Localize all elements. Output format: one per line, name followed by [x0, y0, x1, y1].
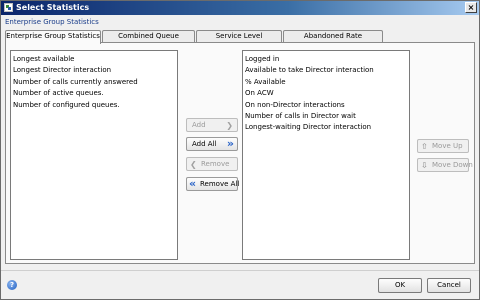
- move-up-icon: ⇧: [421, 142, 428, 151]
- chevron-right-icon: ❯: [226, 121, 233, 130]
- list-item[interactable]: Number of active queues.: [13, 88, 175, 99]
- list-item[interactable]: Longest Director interaction: [13, 65, 175, 76]
- tab-enterprise-group-statistics[interactable]: Enterprise Group Statistics: [5, 30, 101, 44]
- add-button-label: Add: [192, 121, 206, 129]
- app-icon: [4, 3, 13, 12]
- move-down-button[interactable]: ⇩ Move Down: [417, 158, 473, 172]
- selected-statistics-list[interactable]: Logged in Available to take Director int…: [242, 50, 410, 260]
- footer-divider: [1, 270, 479, 271]
- cancel-button[interactable]: Cancel: [427, 278, 471, 293]
- chevron-left-icon: ❮: [190, 160, 197, 169]
- remove-button[interactable]: ❮ Remove: [186, 157, 238, 171]
- move-up-button-label: Move Up: [432, 142, 463, 150]
- list-item[interactable]: Longest-waiting Director interaction: [245, 122, 407, 133]
- help-icon[interactable]: ?: [7, 280, 17, 290]
- window-title: Select Statistics: [16, 3, 90, 12]
- add-all-button[interactable]: Add All »: [186, 137, 238, 151]
- remove-all-button-label: Remove All: [200, 180, 240, 188]
- add-button[interactable]: Add ❯: [186, 118, 238, 132]
- move-down-icon: ⇩: [421, 161, 428, 170]
- list-item[interactable]: Number of calls in Director wait: [245, 111, 407, 122]
- add-all-button-label: Add All: [192, 140, 217, 148]
- list-item[interactable]: Longest available: [13, 54, 175, 65]
- list-item[interactable]: % Available: [245, 77, 407, 88]
- title-bar[interactable]: Select Statistics ×: [1, 1, 479, 15]
- list-item[interactable]: Number of configured queues.: [13, 100, 175, 111]
- double-chevron-right-icon: »: [226, 137, 234, 150]
- list-item[interactable]: Available to take Director interaction: [245, 65, 407, 76]
- double-chevron-left-icon: «: [189, 177, 197, 190]
- list-item[interactable]: Logged in: [245, 54, 407, 65]
- select-statistics-dialog: Select Statistics × Enterprise Group Sta…: [0, 0, 480, 300]
- list-item[interactable]: On ACW: [245, 88, 407, 99]
- tab-label: Enterprise Group Statistics: [6, 32, 100, 40]
- available-statistics-list[interactable]: Longest available Longest Director inter…: [10, 50, 178, 260]
- dialog-subtitle: Enterprise Group Statistics: [5, 18, 99, 26]
- close-button[interactable]: ×: [465, 2, 477, 13]
- list-item[interactable]: On non-Director interactions: [245, 100, 407, 111]
- list-item[interactable]: Number of calls currently answered: [13, 77, 175, 88]
- remove-all-button[interactable]: « Remove All: [186, 177, 240, 191]
- ok-button[interactable]: OK: [378, 278, 422, 293]
- remove-button-label: Remove: [201, 160, 230, 168]
- move-up-button[interactable]: ⇧ Move Up: [417, 139, 469, 153]
- move-down-button-label: Move Down: [432, 161, 473, 169]
